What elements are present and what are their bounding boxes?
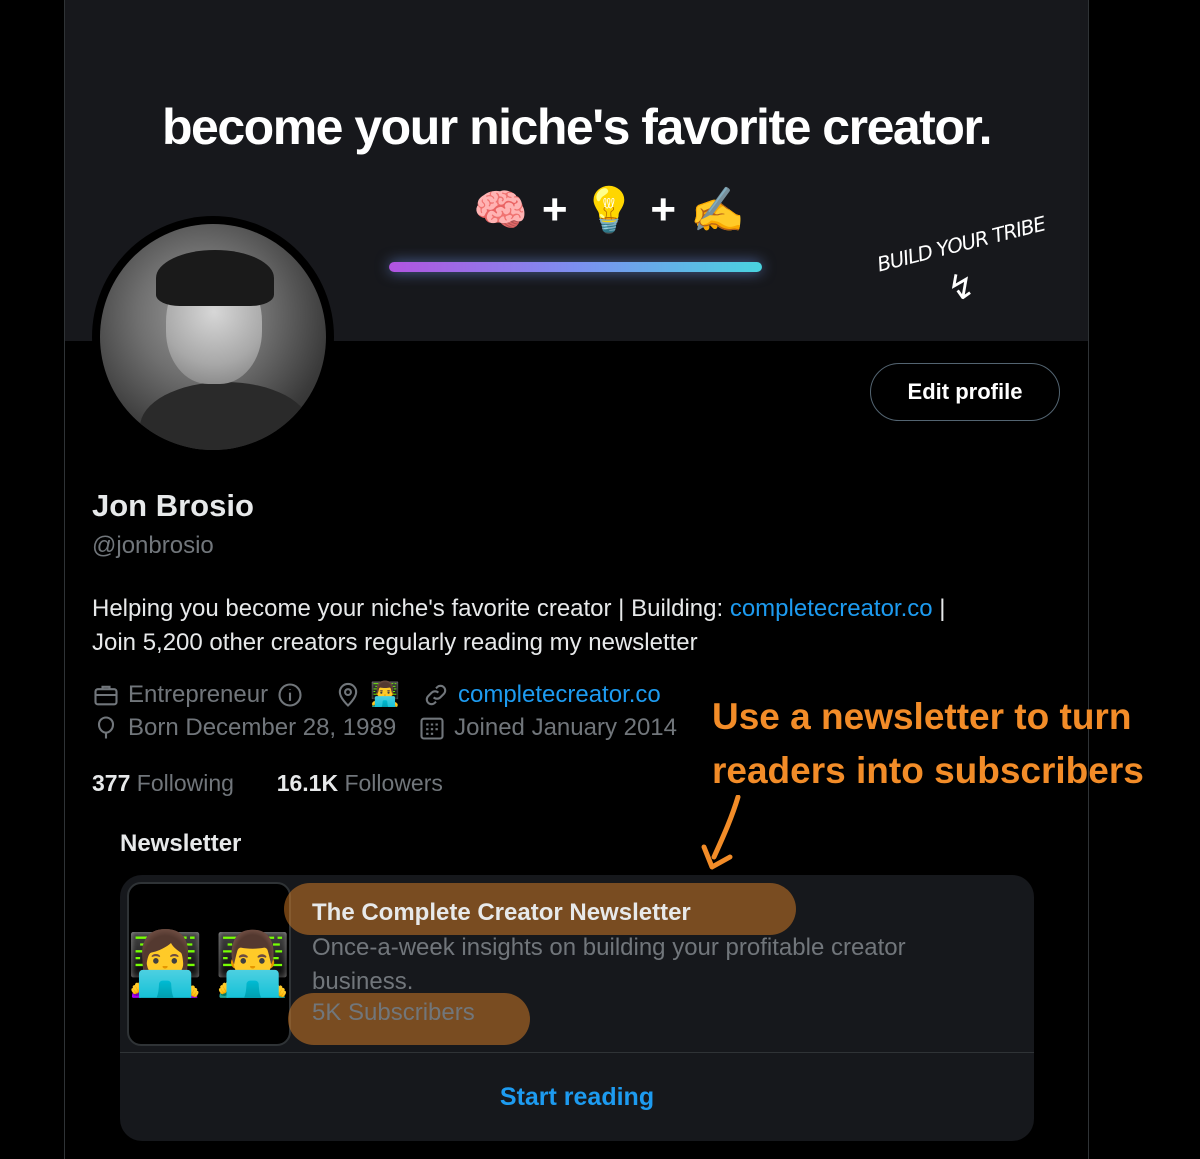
edit-profile-button[interactable]: Edit profile: [870, 363, 1060, 421]
newsletter-section-label: Newsletter: [120, 830, 242, 857]
newsletter-subscribers: 5K Subscribers: [312, 999, 475, 1026]
man-technologist-emoji: 👨‍💻: [214, 929, 292, 999]
profile-meta-row-2: Born December 28, 1989 Joined January 20…: [92, 714, 677, 742]
woman-technologist-emoji: 👩‍💻: [126, 929, 204, 999]
banner-headline: become your niche's favorite creator.: [162, 99, 992, 155]
profile-birthday: Born December 28, 1989: [128, 714, 397, 741]
newsletter-card[interactable]: 👩‍💻 👨‍💻 The Complete Creator Newsletter …: [120, 875, 1034, 1141]
follow-stats: 377 Following 16.1K Followers: [92, 770, 443, 797]
avatar[interactable]: [92, 216, 334, 458]
annotation-arrow-icon: [701, 795, 741, 870]
lightbulb-emoji: 💡: [581, 185, 637, 236]
location-emoji: 👨‍💻: [370, 681, 400, 708]
link-icon: [422, 681, 450, 709]
avatar-photo: [100, 224, 326, 450]
profile-bio: Helping you become your niche's favorite…: [92, 595, 946, 656]
newsletter-description: Once-a-week insights on building your pr…: [312, 934, 906, 995]
bio-link[interactable]: completecreator.co: [730, 595, 933, 622]
build-your-tribe-sticker: BUILD YOUR TRIBE: [874, 211, 1048, 277]
balloon-icon: [92, 714, 120, 742]
plus-sign: +: [650, 185, 677, 234]
following-link[interactable]: 377 Following: [92, 770, 234, 796]
squiggle-arrow-icon: ↯: [947, 268, 976, 308]
start-reading-button[interactable]: Start reading: [120, 1083, 1034, 1112]
annotation-callout: Use a newsletter to turn readers into su…: [712, 696, 1144, 791]
info-icon[interactable]: [276, 681, 304, 709]
divider: [120, 1052, 1034, 1053]
brain-emoji: 🧠: [473, 185, 528, 236]
profile-joined: Joined January 2014: [454, 714, 678, 741]
glow-bar: [389, 262, 762, 272]
plus-sign: +: [541, 185, 568, 234]
newsletter-title: The Complete Creator Newsletter: [312, 899, 691, 926]
newsletter-thumbnail: 👩‍💻 👨‍💻: [127, 882, 291, 1046]
website-link[interactable]: completecreator.co: [458, 681, 661, 709]
writing-hand-emoji: ✍️: [690, 185, 745, 236]
profile-meta-row-1: Entrepreneur 👨‍💻 completecreator.co: [92, 680, 661, 709]
profile-handle: @jonbrosio: [92, 532, 214, 559]
location-icon: [334, 681, 362, 709]
banner-formula: 🧠 + 💡 + ✍️: [419, 184, 799, 236]
calendar-icon: [418, 714, 446, 742]
profile-category: Entrepreneur: [128, 680, 269, 708]
followers-link[interactable]: 16.1K Followers: [277, 770, 443, 796]
briefcase-icon: [92, 681, 120, 709]
profile-name: Jon Brosio: [92, 488, 254, 523]
